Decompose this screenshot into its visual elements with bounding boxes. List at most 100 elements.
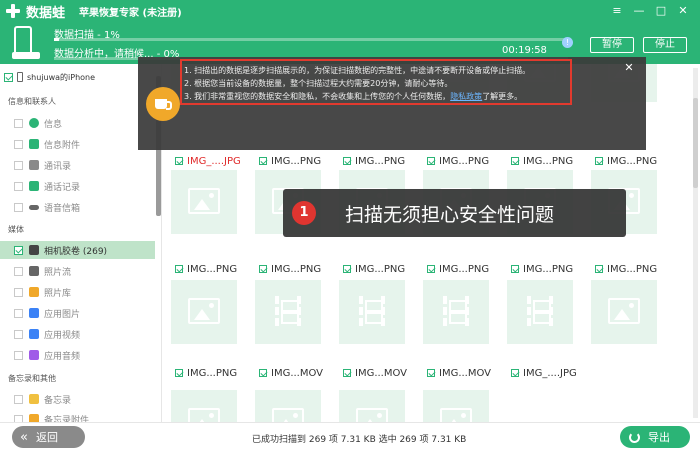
file-caption[interactable]: IMG...PNG xyxy=(511,154,573,168)
checkbox[interactable] xyxy=(14,118,23,128)
file-thumbnail[interactable] xyxy=(591,280,657,344)
maximize-icon[interactable]: □ xyxy=(650,3,672,19)
device-checkbox[interactable] xyxy=(4,72,13,82)
file-caption[interactable]: IMG...PNG xyxy=(259,154,321,168)
category-messages: 信息和联系人 xyxy=(8,97,56,106)
close-icon[interactable]: ✕ xyxy=(672,3,694,19)
file-name: IMG...PNG xyxy=(607,263,658,275)
file-thumbnail[interactable] xyxy=(507,280,573,344)
file-thumbnail[interactable] xyxy=(339,390,405,422)
app-window: 数据蛙 苹果恢复专家 (未注册) ≡ — □ ✕ 数据扫描 - 1% 数据分析中… xyxy=(0,0,700,452)
file-checkbox[interactable] xyxy=(595,157,603,165)
sidebar-item-photo-stream[interactable]: 照片流 xyxy=(0,262,155,280)
file-thumbnail[interactable] xyxy=(255,390,321,422)
checkbox[interactable] xyxy=(14,202,23,212)
checkbox[interactable] xyxy=(14,139,23,149)
sidebar-item-label: 备忘录 xyxy=(44,395,72,406)
sidebar-item-camera-roll[interactable]: 相机胶卷 (269) xyxy=(0,241,155,259)
checkbox[interactable] xyxy=(14,414,23,422)
sidebar-item-call-history[interactable]: 通话记录 xyxy=(0,177,155,195)
checkbox[interactable] xyxy=(14,266,23,276)
file-caption[interactable]: IMG_....JPG xyxy=(511,366,577,380)
file-checkbox[interactable] xyxy=(259,157,267,165)
sidebar-item-photo-library[interactable]: 照片库 xyxy=(0,283,155,301)
sidebar-item-contacts[interactable]: 通讯录 xyxy=(0,156,155,174)
sidebar-item-label: 通讯录 xyxy=(44,161,72,172)
file-checkbox[interactable] xyxy=(175,265,183,273)
file-checkbox[interactable] xyxy=(259,369,267,377)
checkbox[interactable] xyxy=(14,181,23,191)
menu-icon[interactable]: ≡ xyxy=(606,3,628,19)
file-checkbox[interactable] xyxy=(427,369,435,377)
file-caption[interactable]: IMG...PNG xyxy=(595,154,657,168)
stop-button[interactable]: 停止 xyxy=(643,37,687,53)
checkbox[interactable] xyxy=(14,287,23,297)
file-caption[interactable]: IMG...MOV xyxy=(343,366,407,380)
file-caption[interactable]: IMG...PNG xyxy=(427,154,489,168)
file-checkbox[interactable] xyxy=(175,157,183,165)
sidebar-item-message-attachments[interactable]: 信息附件 xyxy=(0,135,155,153)
file-caption[interactable]: IMG...PNG xyxy=(427,262,489,276)
checkbox[interactable] xyxy=(14,308,23,318)
close-icon[interactable]: ✕ xyxy=(624,62,634,73)
checkbox[interactable] xyxy=(14,160,23,170)
sidebar-item-label: 通话记录 xyxy=(44,182,81,193)
file-thumbnail[interactable] xyxy=(171,170,237,234)
file-thumbnail[interactable] xyxy=(423,280,489,344)
sidebar-item-notes-attachments[interactable]: 备忘录附件 xyxy=(0,410,155,422)
file-checkbox[interactable] xyxy=(259,265,267,273)
file-thumbnail[interactable] xyxy=(423,390,489,422)
file-checkbox[interactable] xyxy=(511,265,519,273)
file-checkbox[interactable] xyxy=(427,157,435,165)
file-caption[interactable]: IMG...PNG xyxy=(175,262,237,276)
file-checkbox[interactable] xyxy=(343,157,351,165)
sidebar-item-label: 照片流 xyxy=(44,267,72,278)
scan-notice-overlay: 1. 扫描出的数据是逐步扫描展示的，为保证扫描数据的完整性，中途请不要断开设备或… xyxy=(138,57,646,150)
info-icon[interactable]: ! xyxy=(562,37,573,48)
file-caption[interactable]: IMG...PNG xyxy=(343,154,405,168)
pause-button[interactable]: 暂停 xyxy=(590,37,634,53)
file-checkbox[interactable] xyxy=(427,265,435,273)
sidebar-item-app-audio[interactable]: 应用音频 xyxy=(0,346,155,364)
notice-line-1: 1. 扫描出的数据是逐步扫描展示的，为保证扫描数据的完整性，中途请不要断开设备或… xyxy=(184,66,531,75)
back-label: 返回 xyxy=(35,431,58,444)
back-button[interactable]: « 返回 xyxy=(12,426,85,448)
file-thumbnail[interactable] xyxy=(171,280,237,344)
file-caption[interactable]: IMG_....JPG xyxy=(175,154,241,168)
file-checkbox[interactable] xyxy=(511,369,519,377)
checkbox[interactable] xyxy=(14,329,23,339)
export-button[interactable]: 导出 xyxy=(620,426,690,448)
image-placeholder-icon xyxy=(272,408,304,422)
grid-scrollbar[interactable] xyxy=(693,68,698,418)
file-caption[interactable]: IMG...MOV xyxy=(427,366,491,380)
file-caption[interactable]: IMG...MOV xyxy=(259,366,323,380)
file-caption[interactable]: IMG...PNG xyxy=(259,262,321,276)
file-name: IMG...PNG xyxy=(523,155,574,167)
phone-icon xyxy=(29,181,39,191)
checkbox[interactable] xyxy=(14,245,23,255)
sidebar-item-notes[interactable]: 备忘录 xyxy=(0,390,155,408)
checkbox[interactable] xyxy=(14,350,23,360)
sidebar-item-voicemail[interactable]: 语音信箱 xyxy=(0,198,155,216)
checkbox[interactable] xyxy=(14,394,23,404)
file-checkbox[interactable] xyxy=(175,369,183,377)
sidebar-item-app-images[interactable]: 应用图片 xyxy=(0,304,155,322)
file-caption[interactable]: IMG...PNG xyxy=(595,262,657,276)
minimize-icon[interactable]: — xyxy=(628,3,650,19)
device-row[interactable]: shujuwa的iPhone xyxy=(0,70,95,84)
sidebar-item-messages[interactable]: 信息 xyxy=(0,114,155,132)
file-checkbox[interactable] xyxy=(511,157,519,165)
file-thumbnail[interactable] xyxy=(171,390,237,422)
file-caption[interactable]: IMG...PNG xyxy=(343,262,405,276)
privacy-policy-link[interactable]: 隐私政策 xyxy=(450,92,482,101)
app-brand: 数据蛙 xyxy=(26,5,66,21)
file-checkbox[interactable] xyxy=(595,265,603,273)
scan-summary-status: 已成功扫描到 269 项 7.31 KB 选中 269 项 7.31 KB xyxy=(252,435,467,445)
file-thumbnail[interactable] xyxy=(255,280,321,344)
file-checkbox[interactable] xyxy=(343,265,351,273)
file-caption[interactable]: IMG...PNG xyxy=(511,262,573,276)
sidebar-item-app-videos[interactable]: 应用视频 xyxy=(0,325,155,343)
file-caption[interactable]: IMG...PNG xyxy=(175,366,237,380)
file-thumbnail[interactable] xyxy=(339,280,405,344)
file-checkbox[interactable] xyxy=(343,369,351,377)
